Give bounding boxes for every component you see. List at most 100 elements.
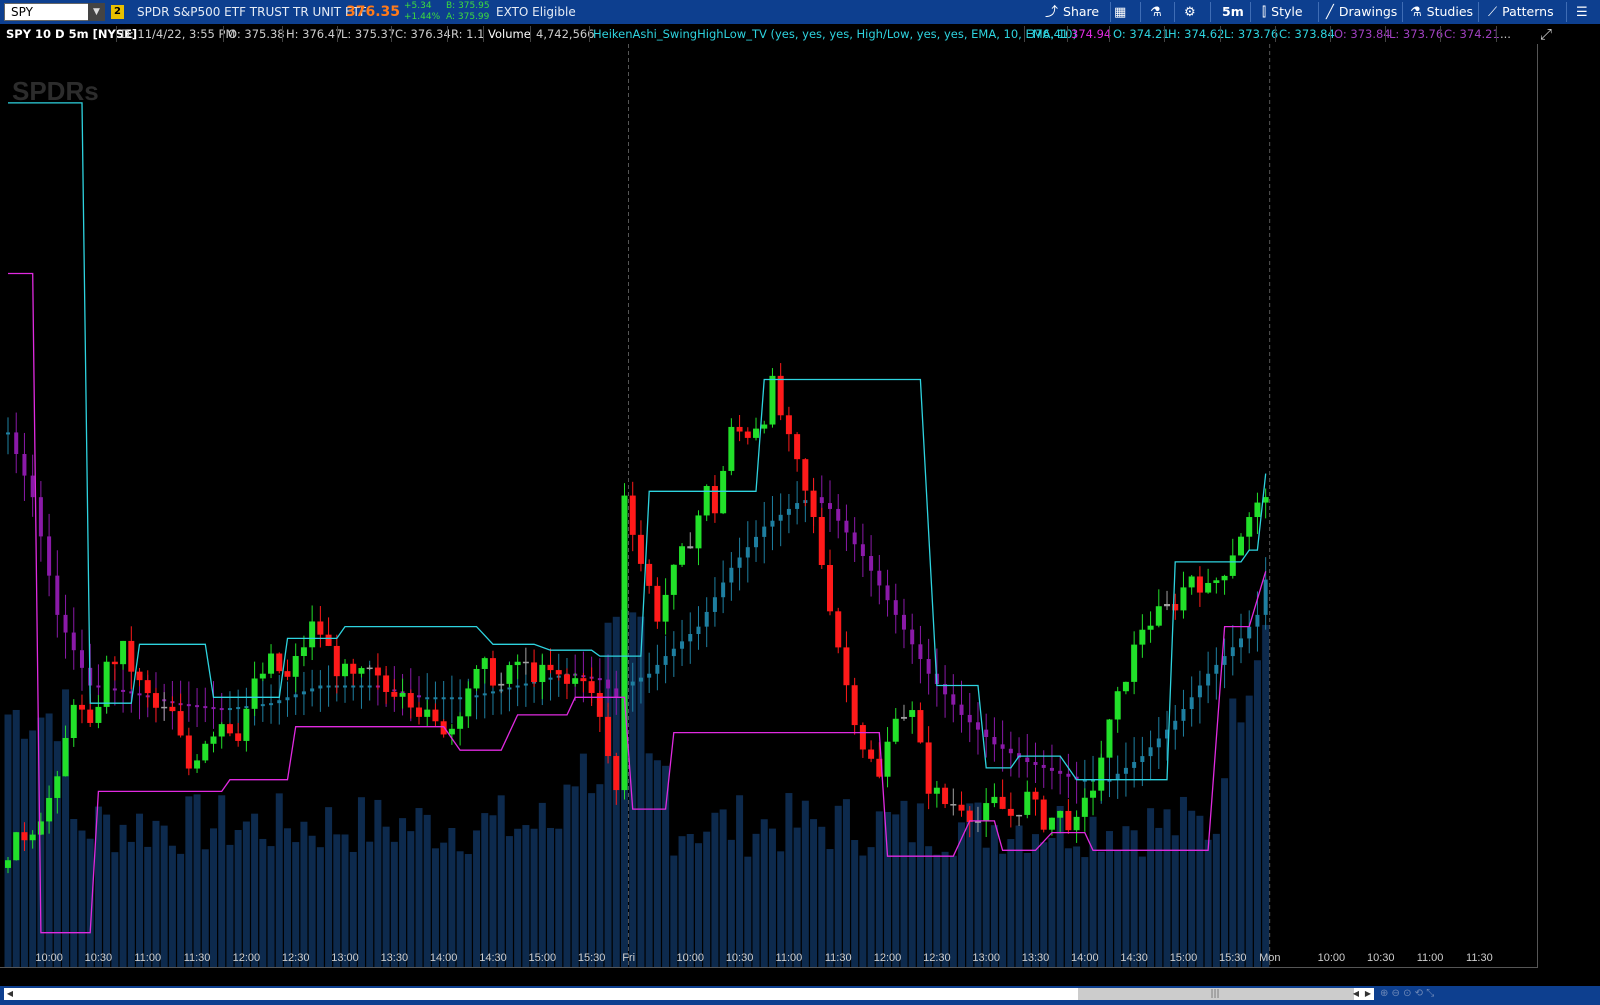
time-tick-label: 11:00: [134, 952, 161, 964]
scroll-left-icon[interactable]: ◀: [4, 988, 16, 1000]
ha-body: [1049, 767, 1054, 771]
volume-bar: [719, 809, 727, 968]
volume-bar: [144, 846, 152, 968]
volume-bar: [127, 841, 135, 968]
expand-chart-icon[interactable]: ⤢: [1540, 24, 1552, 44]
drawings-button[interactable]: ╱ Drawings: [1326, 0, 1397, 24]
time-tick-label: 15:30: [1219, 952, 1247, 964]
ha-body: [236, 707, 241, 710]
volume-bar: [333, 834, 341, 968]
time-tick-label: 10:00: [35, 952, 63, 964]
chart-layout-button[interactable]: ▦: [1114, 0, 1131, 24]
style-button[interactable]: ⫿ Style: [1262, 0, 1303, 24]
candle-body: [407, 693, 414, 708]
volume-bar: [481, 813, 489, 968]
flask-button[interactable]: ⚗: [1150, 0, 1167, 24]
candle-body: [531, 662, 538, 683]
candle-body: [29, 834, 36, 841]
price-chart[interactable]: SPDRs 3693703713723733743753763773783793…: [0, 44, 1538, 968]
ha-body: [474, 695, 479, 698]
ha-body: [975, 722, 980, 730]
volume-bar: [1179, 796, 1187, 968]
timeframe-button[interactable]: 5m: [1222, 0, 1244, 24]
more-values[interactable]: ...: [1500, 24, 1511, 44]
study-label[interactable]: HeikenAshi_SwingHighLow_TV (yes, yes, ye…: [593, 24, 1077, 44]
volume-bar: [185, 796, 193, 968]
scroll-back-icon[interactable]: ◀: [1350, 988, 1362, 1000]
ha-body: [737, 557, 742, 568]
studies-button[interactable]: ⚗ Studies: [1410, 0, 1473, 24]
volume-bar: [70, 818, 78, 968]
volume-bar: [884, 811, 892, 968]
volume-bar: [851, 840, 859, 968]
volume-bar: [431, 848, 439, 968]
candle-body: [547, 664, 554, 671]
menu-button[interactable]: ☰: [1576, 0, 1593, 24]
zoom-controls[interactable]: ⊕ ⊖ ⊙ ⟲ ⤡: [1380, 988, 1434, 1000]
candle-body: [769, 375, 776, 425]
ha-body: [30, 475, 35, 498]
ha-body: [1033, 762, 1038, 765]
time-tick-label: 13:30: [1022, 952, 1050, 964]
volume-bar: [662, 765, 670, 968]
volume-bar: [760, 819, 768, 968]
candle-body: [202, 743, 209, 761]
candle-body: [1196, 576, 1203, 593]
candle-body: [489, 658, 496, 686]
candle-body: [1164, 603, 1171, 607]
candle-body: [473, 668, 480, 689]
volume-bar: [752, 833, 760, 968]
time-tick-label: 12:30: [282, 952, 310, 964]
volume-bar: [908, 842, 916, 968]
volume-bar: [283, 828, 291, 968]
time-tick-label: Mon: [1259, 952, 1280, 964]
ha-body: [729, 567, 734, 583]
candle-body: [605, 716, 612, 757]
candle-body: [1147, 625, 1154, 630]
ha-body: [638, 677, 643, 682]
volume-bar: [497, 795, 505, 968]
candle-body: [317, 621, 324, 635]
scroll-forward-icon[interactable]: ▶: [1362, 988, 1374, 1000]
ha-body: [869, 556, 874, 571]
time-tick-label: 14:30: [479, 952, 507, 964]
swing-high-line: [8, 102, 1267, 781]
link-group-badge[interactable]: 2: [111, 5, 124, 19]
candle-body: [218, 724, 225, 737]
ha-body: [614, 688, 619, 698]
patterns-button[interactable]: ⟋ Patterns: [1488, 0, 1554, 24]
settings-button[interactable]: ⚙: [1184, 0, 1201, 24]
candle-body: [103, 661, 110, 707]
volume-bar: [867, 847, 875, 968]
ha-body: [310, 688, 315, 692]
candle-body: [177, 711, 184, 736]
symbol-dropdown-button[interactable]: ▼: [88, 3, 105, 21]
scroll-grip-icon: |||: [1210, 989, 1220, 999]
ha-body: [1230, 647, 1235, 657]
volume-bars: [4, 609, 1270, 968]
ha-body: [786, 508, 791, 515]
volume-bar: [382, 826, 390, 968]
candle-body: [152, 693, 159, 708]
ha-body: [721, 582, 726, 598]
candle-body: [785, 415, 792, 435]
candle-body: [21, 832, 28, 841]
symbol-description: SPDR S&P500 ETF TRUST TR UNIT ETF: [137, 5, 367, 19]
ha-body: [844, 520, 849, 533]
volume-bar: [990, 825, 998, 968]
ha-body: [55, 575, 60, 615]
candle-body: [654, 585, 661, 622]
share-button[interactable]: ⤴ Share: [1045, 0, 1099, 24]
chart-symbol-label: SPY 10 D 5m [NYSE]: [6, 27, 138, 41]
ha-body: [671, 648, 676, 657]
volume-bar: [464, 854, 472, 968]
ha-body: [548, 677, 553, 680]
volume-bar: [1114, 850, 1122, 968]
candle-body: [457, 716, 464, 729]
ha-body: [1255, 614, 1260, 627]
candle-body: [999, 796, 1006, 809]
volume-bar: [1089, 816, 1097, 968]
candle-body: [1073, 816, 1080, 831]
ha-body: [1156, 738, 1161, 748]
volume-bar: [653, 760, 661, 968]
